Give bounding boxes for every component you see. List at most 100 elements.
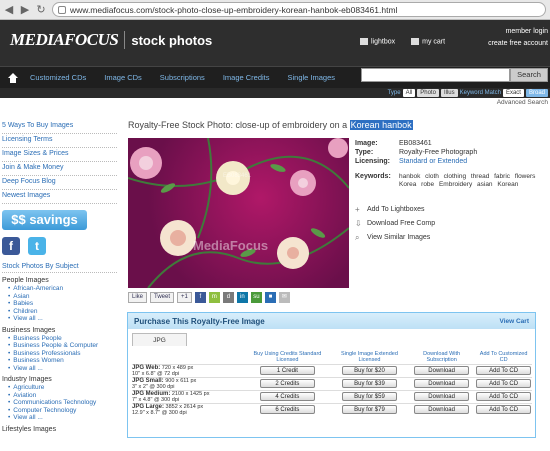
share-stumbleupon-icon[interactable]: su (250, 292, 262, 303)
type-photo[interactable]: Photo (417, 89, 439, 97)
nav-subscriptions[interactable]: Subscriptions (160, 73, 205, 82)
buy-button[interactable]: Buy for $39 (341, 379, 397, 388)
subject-link[interactable]: View all ... (8, 315, 117, 323)
subject-link[interactable]: View all ... (8, 365, 117, 373)
url-bar[interactable]: www.mediafocus.com/stock-photo-close-up-… (52, 2, 546, 17)
credits-button[interactable]: 4 Credits (259, 392, 315, 401)
buy-button[interactable]: Buy for $79 (341, 405, 397, 415)
type-illus[interactable]: Illus (440, 89, 458, 97)
purchase-panel: Purchase This Royalty-Free Image View Car… (127, 312, 536, 438)
subject-link[interactable]: Agriculture (8, 384, 117, 392)
buy-button[interactable]: Buy for $59 (341, 392, 397, 401)
keywords-list[interactable]: hanbok cloth clothing thread fabric flow… (399, 173, 550, 189)
back-icon[interactable]: ◀ (4, 3, 14, 16)
lightbox-label: lightbox (371, 38, 396, 46)
subject-link[interactable]: Business People (8, 335, 117, 343)
type-label: Type (387, 90, 401, 96)
credits-button[interactable]: 1 Credit (259, 366, 315, 375)
share-bar: Like Tweet +1 f m d in su ■ ✉ (128, 292, 290, 303)
stock-photo[interactable]: EB083461 MediaFocus (128, 138, 349, 288)
licensing-link[interactable]: Standard or Extended (399, 157, 467, 166)
site-logo[interactable]: MEDIAFOCUS stock photos (10, 30, 212, 50)
by-subject-heading[interactable]: Stock Photos By Subject (2, 263, 117, 273)
industry-images-heading: Industry Images (2, 376, 52, 383)
nav-customized-cds[interactable]: Customized CDs (30, 73, 86, 82)
reload-icon[interactable]: ↻ (36, 3, 46, 16)
subject-link[interactable]: Business People & Computer (8, 342, 117, 350)
buy-button[interactable]: Buy for $20 (341, 366, 397, 375)
savings-banner[interactable]: $$ savings (2, 210, 87, 230)
download-button[interactable]: Download (414, 366, 470, 375)
advanced-search-link[interactable]: Advanced Search (0, 98, 550, 108)
facebook-like-button[interactable]: Like (128, 292, 148, 303)
column-header: Download With Subscription (423, 350, 461, 364)
subject-link[interactable]: Asian (8, 293, 117, 301)
add-lightbox-action[interactable]: + Add To Lightboxes (355, 203, 435, 217)
sidebar: 5 Ways To Buy Images Licensing Terms Ima… (2, 120, 117, 434)
create-account-link[interactable]: create free account (488, 38, 548, 50)
search-input[interactable] (361, 68, 510, 82)
share-myspace-icon[interactable]: m (208, 292, 220, 303)
subject-link[interactable]: African-American (8, 285, 117, 293)
subject-link[interactable]: Aviation (8, 392, 117, 400)
add-to-cd-button[interactable]: Add To CD (476, 366, 532, 375)
match-exact[interactable]: Exact (502, 89, 524, 97)
sidebar-link-blog[interactable]: Deep Focus Blog (2, 176, 117, 190)
share-facebook-icon[interactable]: f (194, 292, 206, 303)
subject-link[interactable]: Business Women (8, 357, 117, 365)
lightbox-link[interactable]: lightbox (360, 38, 395, 45)
share-digg-icon[interactable]: d (222, 292, 234, 303)
credits-button[interactable]: 2 Credits (259, 379, 315, 388)
view-similar-action[interactable]: ⌕ View Similar Images (355, 231, 435, 245)
download-button[interactable]: Download (414, 379, 470, 388)
add-to-cd-button[interactable]: Add To CD (476, 405, 532, 415)
google-plus-button[interactable]: +1 (177, 292, 192, 303)
sidebar-link-licensing[interactable]: Licensing Terms (2, 134, 117, 148)
sidebar-link-ways-to-buy[interactable]: 5 Ways To Buy Images (2, 120, 117, 134)
subject-link[interactable]: View all ... (8, 414, 117, 422)
sidebar-link-newest[interactable]: Newest Images (2, 190, 117, 204)
facebook-icon[interactable]: f (2, 237, 20, 255)
sidebar-link-sizes-prices[interactable]: Image Sizes & Prices (2, 148, 117, 162)
forward-icon[interactable]: ▶ (20, 3, 30, 16)
share-delicious-icon[interactable]: ■ (264, 292, 276, 303)
logo-tagline: stock photos (131, 32, 213, 48)
search-filters: Type All Photo Illus Keyword Match Exact… (0, 88, 550, 98)
add-to-cd-button[interactable]: Add To CD (476, 392, 532, 401)
tweet-button[interactable]: Tweet (150, 292, 175, 303)
table-row: JPG Small: 900 x 611 px 3" x 2" @ 300 dpi… (132, 376, 532, 390)
subject-link[interactable]: Computer Technology (8, 407, 117, 415)
subject-link[interactable]: Children (8, 308, 117, 316)
match-broad[interactable]: Broad (525, 89, 548, 97)
size-sub: 12.9" x 8.7" @ 300 dpi (132, 409, 187, 416)
download-comp-action[interactable]: ⇩ Download Free Comp (355, 217, 435, 231)
twitter-icon[interactable]: t (28, 237, 46, 255)
share-linkedin-icon[interactable]: in (236, 292, 248, 303)
subject-link[interactable]: Babies (8, 300, 117, 308)
share-email-icon[interactable]: ✉ (278, 292, 290, 303)
download-button[interactable]: Download (414, 405, 470, 415)
sidebar-link-join[interactable]: Join & Make Money (2, 162, 117, 176)
download-button[interactable]: Download (414, 392, 470, 401)
home-icon[interactable] (8, 72, 18, 83)
member-login-link[interactable]: member login (488, 26, 548, 38)
page-title: Royalty-Free Stock Photo: close-up of em… (128, 120, 413, 130)
type-all[interactable]: All (402, 89, 416, 97)
credits-button[interactable]: 6 Credits (259, 405, 315, 415)
logo-text: MEDIAFOCUS (10, 30, 119, 49)
subject-link[interactable]: Communications Technology (8, 399, 117, 407)
url-text: www.mediafocus.com/stock-photo-close-up-… (70, 4, 398, 15)
size-sub: 10" x 6.8" @ 72 dpi (132, 370, 180, 377)
add-to-cd-button[interactable]: Add To CD (476, 379, 532, 388)
subject-link[interactable]: Business Professionals (8, 350, 117, 358)
title-prefix: Royalty-Free Stock Photo: close-up of em… (128, 120, 350, 130)
search-button[interactable]: Search (510, 68, 548, 82)
nav-image-credits[interactable]: Image Credits (223, 73, 270, 82)
nav-image-cds[interactable]: Image CDs (104, 73, 142, 82)
cart-link[interactable]: my cart (411, 38, 445, 45)
view-cart-link[interactable]: View Cart (499, 318, 529, 325)
site-header: MEDIAFOCUS stock photos lightbox my cart… (0, 20, 550, 66)
column-header: Add To Customized CD (479, 350, 528, 364)
nav-single-images[interactable]: Single Images (288, 73, 336, 82)
tab-jpg[interactable]: JPG (132, 333, 187, 346)
